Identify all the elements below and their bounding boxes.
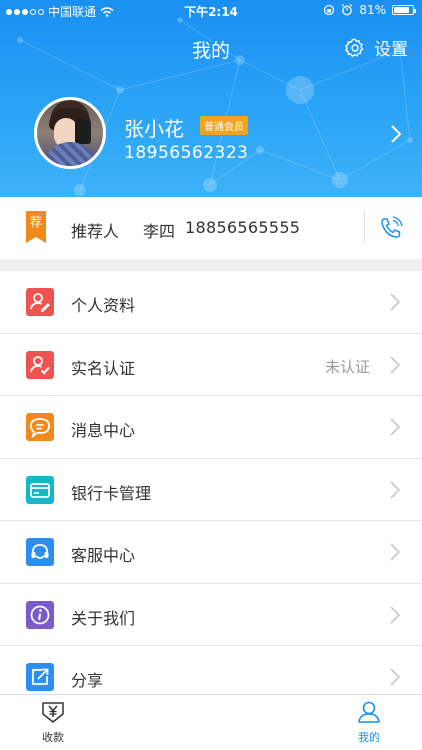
alarm-icon	[341, 4, 353, 16]
member-badge: 普通会员	[200, 116, 248, 135]
chevron-right-icon	[390, 605, 400, 624]
chevron-right-icon	[390, 480, 400, 499]
tab-label: 我的	[358, 731, 380, 744]
referrer-row: 荐 推荐人 李四 18856565555	[0, 197, 422, 259]
battery-percent: 81%	[359, 3, 386, 17]
menu-item-label: 个人资料	[71, 296, 136, 315]
menu-item-real-name-verification[interactable]: 实名认证 未认证	[0, 334, 422, 396]
settings-button[interactable]: 设置	[344, 35, 408, 60]
menu-item-label: 关于我们	[71, 608, 136, 628]
menu-item-label: 消息中心	[71, 421, 136, 440]
referrer-label: 推荐人	[71, 222, 120, 241]
menu-item-about-us[interactable]: 关于我们	[0, 584, 422, 646]
user-verify-icon	[26, 350, 54, 379]
info-icon	[26, 600, 54, 629]
menu-item-label: 银行卡管理	[71, 483, 152, 503]
chevron-right-icon	[390, 418, 400, 436]
user-name: 张小花	[124, 117, 184, 141]
headset-icon	[26, 538, 54, 566]
referrer-name: 李四	[143, 222, 176, 241]
profile-edit-icon	[26, 288, 54, 316]
chevron-right-icon	[390, 355, 400, 374]
gear-icon	[345, 38, 364, 57]
settings-label: 设置	[374, 40, 408, 60]
menu-item-label: 客服中心	[71, 546, 136, 565]
tab-bar: 收款 我的	[0, 694, 422, 750]
menu-item-label: 分享	[71, 671, 104, 690]
menu-item-label: 实名认证	[71, 358, 136, 378]
status-bar: 中国联通 下午2:14 81%	[0, 0, 422, 22]
menu-item-customer-service[interactable]: 客服中心	[0, 521, 422, 584]
user-icon	[358, 701, 380, 723]
verification-status: 未认证	[324, 357, 370, 376]
menu-item-profile[interactable]: 个人资料	[0, 271, 422, 334]
chevron-right-icon	[390, 543, 400, 561]
share-icon	[26, 663, 54, 691]
menu-list: 个人资料 实名认证 未认证 消息中心 银行卡管理 客服中心 关于我们 分享	[0, 271, 422, 709]
yen-receive-icon	[42, 702, 64, 723]
chevron-right-icon[interactable]	[390, 124, 402, 144]
tab-me[interactable]: 我的	[329, 700, 409, 745]
tab-label: 收款	[42, 731, 64, 744]
chevron-right-icon	[390, 668, 400, 686]
battery-icon	[392, 5, 416, 15]
message-icon	[26, 413, 54, 441]
bank-card-icon	[26, 475, 54, 504]
referrer-phone: 18856565555	[185, 218, 301, 237]
menu-item-message-center[interactable]: 消息中心	[0, 396, 422, 459]
orientation-lock-icon	[324, 4, 335, 16]
user-phone: 18956562323	[124, 143, 249, 163]
menu-item-bank-card[interactable]: 银行卡管理	[0, 459, 422, 521]
avatar[interactable]	[34, 97, 106, 169]
divider	[364, 211, 365, 243]
recommend-badge-icon: 荐	[26, 211, 46, 243]
profile-header: 中国联通 下午2:14 81% 我的 设置 张小花 普通会员 189565623…	[0, 0, 422, 197]
phone-icon[interactable]	[378, 215, 404, 241]
tab-collect-payment[interactable]: 收款	[13, 700, 93, 745]
chevron-right-icon	[390, 293, 400, 311]
